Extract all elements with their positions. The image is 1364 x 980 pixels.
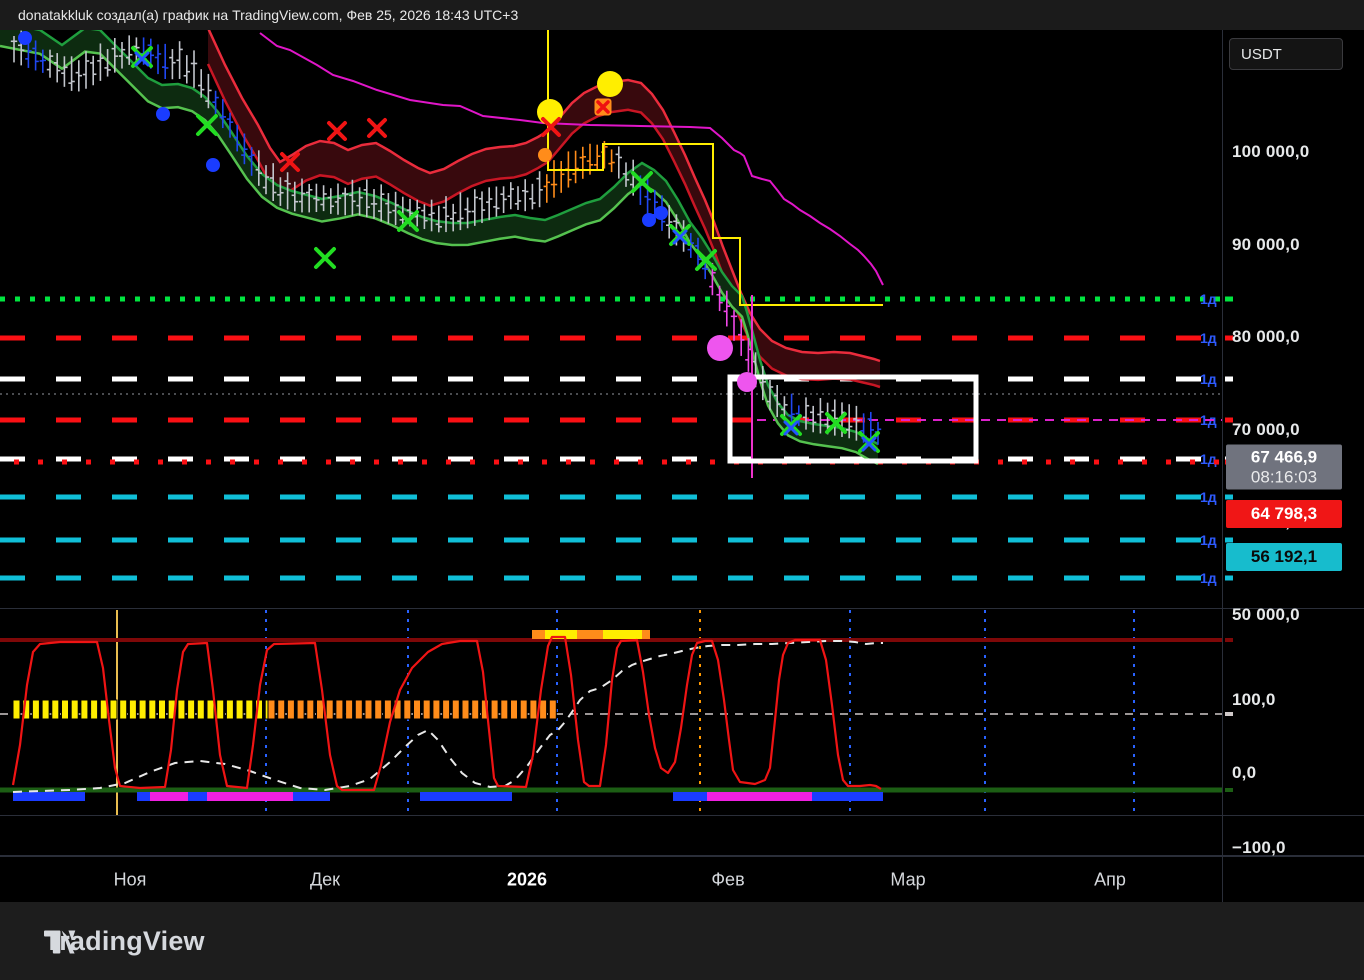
bottom-strip-segment [13, 792, 85, 801]
time-axis-label[interactable]: Фев [711, 870, 744, 891]
top-strip-segment [577, 630, 603, 639]
currency-toggle-button[interactable]: USDT [1229, 38, 1343, 70]
price-axis-border[interactable] [1222, 30, 1223, 856]
alert-price-label[interactable]: 56 192,1 [1226, 543, 1342, 571]
interval-label: 1д [1200, 451, 1217, 467]
bottom-strip-segment [673, 792, 707, 801]
interval-label: 1д [1200, 570, 1217, 586]
time-axis[interactable]: Ноя Дек 2026 Фев Мар Апр [0, 856, 1364, 904]
osc-tick-label[interactable]: 0,0 [1232, 763, 1256, 783]
osc-tick-label[interactable]: 100,0 [1232, 690, 1276, 710]
oscillator-pane[interactable] [0, 610, 1364, 856]
x-mark [369, 120, 385, 136]
blue-dot [18, 31, 32, 45]
time-axis-label[interactable]: 2026 [507, 870, 547, 891]
current-price-value: 67 466,9 [1226, 448, 1342, 468]
bottom-strip-segment [207, 792, 293, 801]
tradingview-logo[interactable]: TradingView [44, 926, 205, 957]
blue-dot [156, 107, 170, 121]
blue-dot [206, 158, 220, 172]
time-axis-label[interactable]: Дек [310, 870, 340, 891]
price-tick-label[interactable]: 80 000,0 [1232, 327, 1300, 347]
bottom-strip-segment [137, 792, 150, 801]
bottom-strip-segment [812, 792, 883, 801]
pink-circle [707, 335, 733, 361]
time-axis-label[interactable]: Апр [1094, 870, 1126, 891]
interval-label: 1д [1200, 371, 1217, 387]
price-tick-label[interactable]: 100 000,0 [1232, 142, 1309, 162]
price-tick-label[interactable]: 70 000,0 [1232, 420, 1300, 440]
osc-tick-label[interactable]: −100,0 [1232, 838, 1286, 858]
pink-circle [737, 372, 757, 392]
bar-countdown: 08:16:03 [1226, 468, 1342, 488]
top-strip-segment [642, 630, 650, 639]
top-strip-segment [603, 630, 642, 639]
bottom-strip-segment [420, 792, 512, 801]
blue-dot [654, 206, 668, 220]
chart-area[interactable]: 1д1д1д1д1д1д1д1д USDT 100 000,090 000,08… [0, 30, 1364, 902]
tradingview-snapshot: donatakkluk создал(а) график на TradingV… [0, 0, 1364, 980]
interval-label: 1д [1200, 489, 1217, 505]
price-tick-label[interactable]: 50 000,0 [1232, 605, 1300, 625]
interval-label: 1д [1200, 291, 1217, 307]
x-mark [316, 249, 334, 267]
attribution-bar: donatakkluk создал(а) график на TradingV… [0, 0, 1364, 30]
time-axis-label[interactable]: Мар [890, 870, 925, 891]
bottom-strip-segment [707, 792, 812, 801]
lower-envelope[interactable] [0, 30, 878, 464]
interval-label: 1д [1200, 330, 1217, 346]
interval-label: 1д [1200, 532, 1217, 548]
pane-separator[interactable] [0, 608, 1364, 609]
price-tick-label[interactable]: 90 000,0 [1232, 235, 1300, 255]
footer: TradingView [0, 902, 1364, 980]
main-price-pane[interactable]: 1д1д1д1д1д1д1д1д [0, 30, 1364, 610]
x-mark [329, 123, 345, 139]
attribution-text: donatakkluk создал(а) график на TradingV… [18, 7, 518, 23]
top-strip-segment [532, 630, 545, 639]
current-price-label[interactable]: 67 466,908:16:03 [1226, 445, 1342, 490]
time-axis-label[interactable]: Ноя [114, 870, 147, 891]
bottom-strip-segment [188, 792, 207, 801]
yellow-circle [597, 71, 623, 97]
bottom-strip-segment [150, 792, 188, 801]
blue-dot [642, 213, 656, 227]
tradingview-logo-icon [44, 929, 78, 955]
histogram[interactable] [13, 700, 556, 719]
bottom-strip-segment [293, 792, 330, 801]
orange-dot [538, 148, 552, 162]
pane-separator[interactable] [0, 815, 1364, 816]
alert-price-label[interactable]: 64 798,3 [1226, 500, 1342, 528]
